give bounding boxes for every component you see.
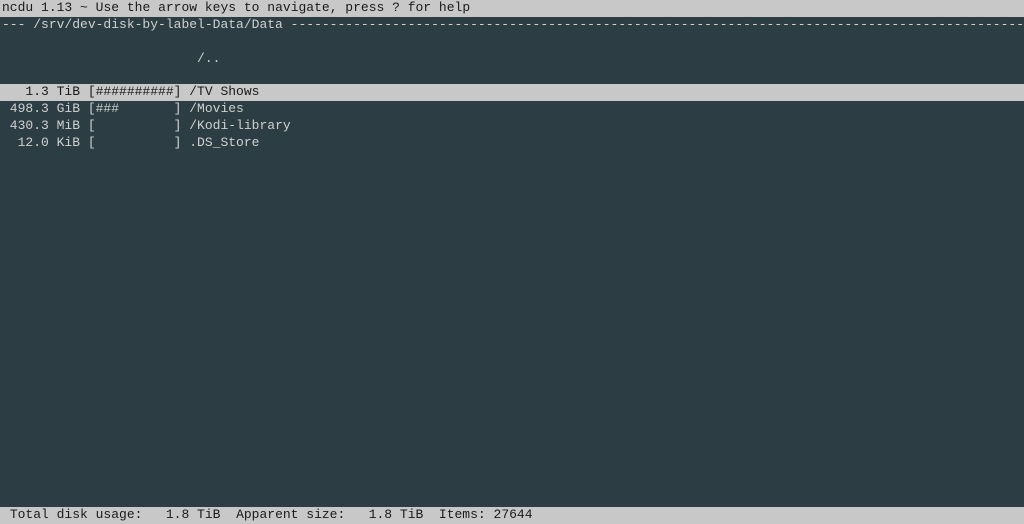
list-item[interactable]: 430.3 MiB [ ] /Kodi-library bbox=[0, 118, 1024, 135]
usage-bar bbox=[96, 118, 174, 133]
total-usage-label: Total disk usage: bbox=[10, 507, 143, 522]
item-name: /Kodi-library bbox=[189, 118, 290, 133]
total-usage-value: 1.8 TiB bbox=[166, 507, 221, 522]
item-size: 1.3 TiB bbox=[2, 84, 80, 99]
item-name: /TV Shows bbox=[189, 84, 259, 99]
status-footer: Total disk usage: 1.8 TiB Apparent size:… bbox=[0, 507, 1024, 524]
parent-dir-row[interactable]: /.. bbox=[0, 51, 1024, 68]
item-name: /Movies bbox=[189, 101, 244, 116]
current-path: /srv/dev-disk-by-label-Data/Data bbox=[33, 17, 283, 32]
parent-dir-label: /.. bbox=[197, 51, 220, 66]
list-item[interactable]: 1.3 TiB [##########] /TV Shows bbox=[0, 84, 1024, 101]
path-separator: ----------------------------------------… bbox=[291, 17, 1024, 32]
usage-bar: ########## bbox=[96, 84, 174, 99]
item-size: 498.3 GiB bbox=[2, 101, 80, 116]
path-prefix: --- bbox=[2, 17, 25, 32]
item-size: 12.0 KiB bbox=[2, 135, 80, 150]
items-label: Items: bbox=[439, 507, 486, 522]
program-name: ncdu bbox=[2, 0, 33, 15]
item-name: .DS_Store bbox=[189, 135, 259, 150]
path-line: --- /srv/dev-disk-by-label-Data/Data ---… bbox=[0, 17, 1024, 34]
list-item[interactable]: 498.3 GiB [### ] /Movies bbox=[0, 101, 1024, 118]
usage-bar: ### bbox=[96, 101, 174, 116]
items-value: 27644 bbox=[494, 507, 533, 522]
list-item[interactable]: 12.0 KiB [ ] .DS_Store bbox=[0, 135, 1024, 152]
apparent-size-label: Apparent size: bbox=[236, 507, 345, 522]
usage-bar bbox=[96, 135, 174, 150]
directory-listing: /.. 1.3 TiB [##########] /TV Shows 498.3… bbox=[0, 34, 1024, 169]
item-size: 430.3 MiB bbox=[2, 118, 80, 133]
app-header: ncdu 1.13 ~ Use the arrow keys to naviga… bbox=[0, 0, 1024, 17]
program-version: 1.13 bbox=[41, 0, 72, 15]
apparent-size-value: 1.8 TiB bbox=[369, 507, 424, 522]
help-hint: Use the arrow keys to navigate, press ? … bbox=[96, 0, 470, 15]
